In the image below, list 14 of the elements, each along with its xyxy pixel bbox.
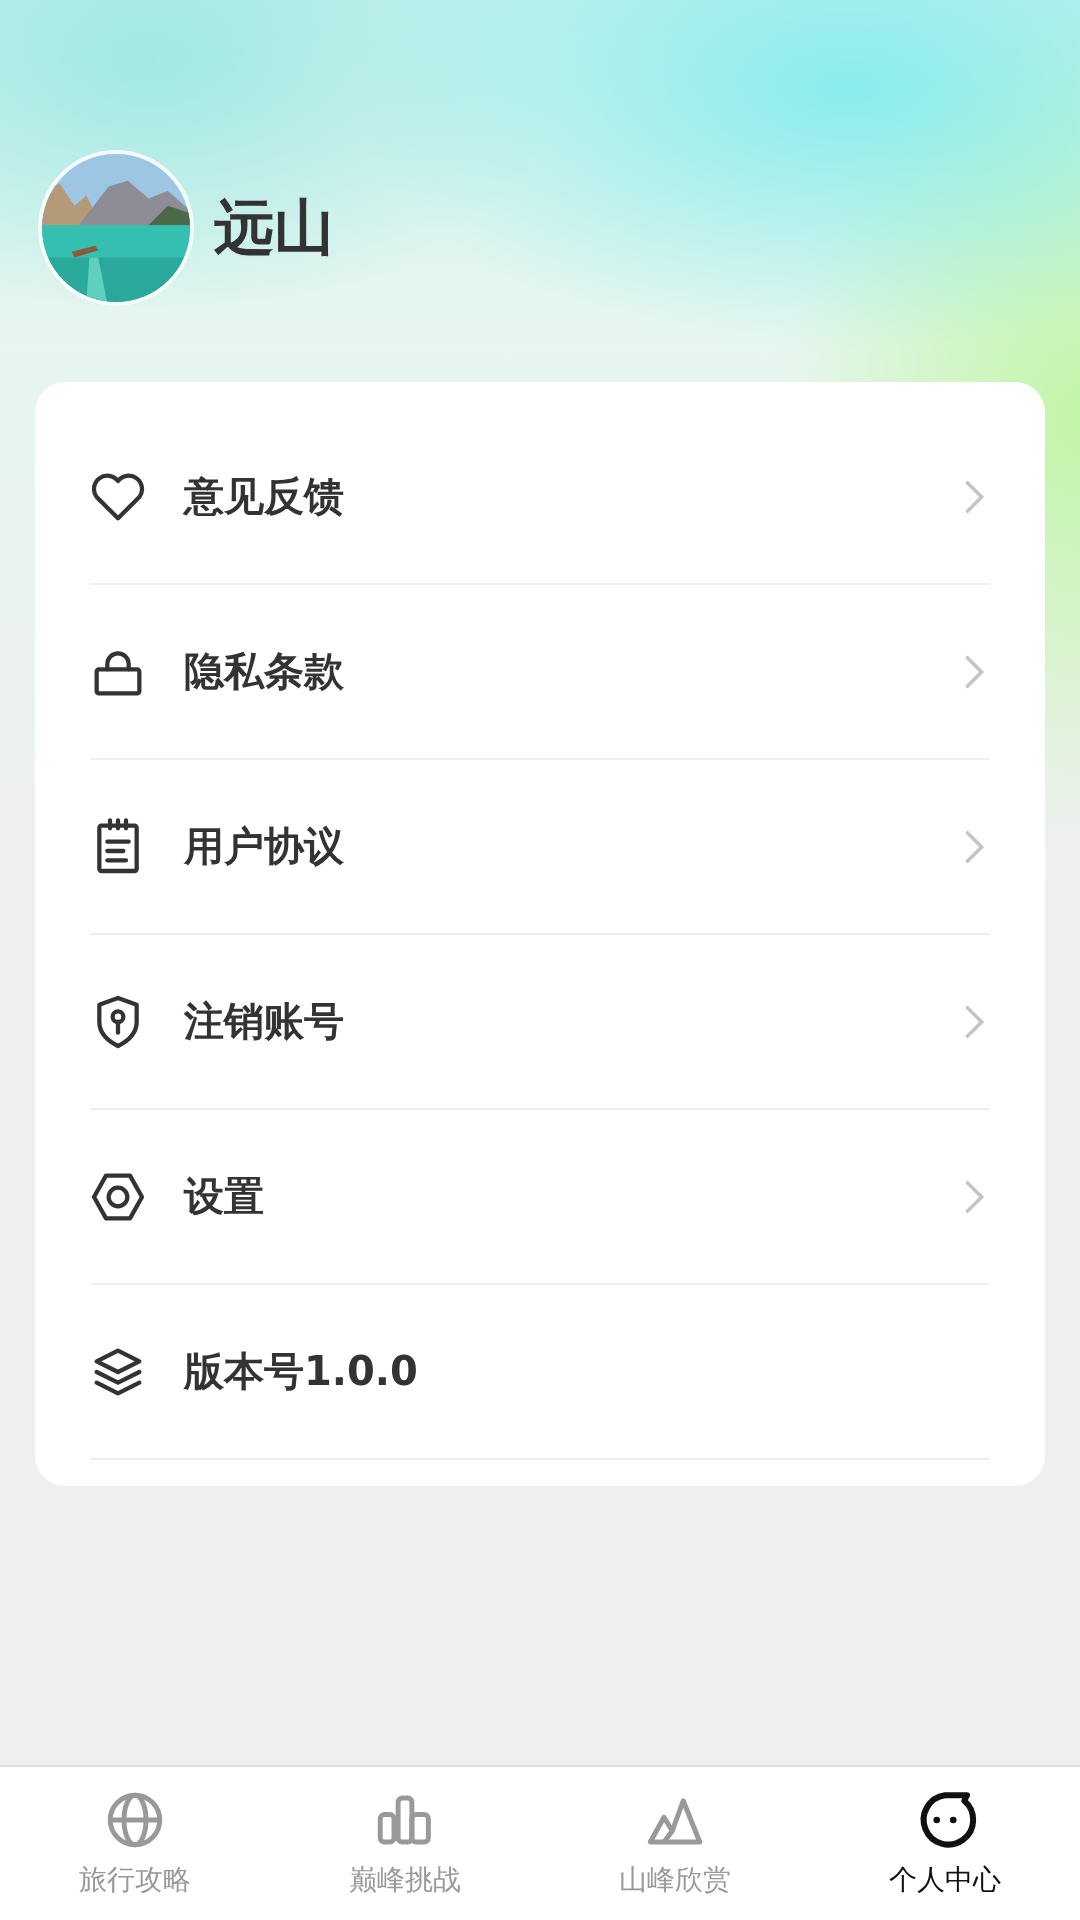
menu-item[interactable]: 用户协议 [90, 760, 990, 935]
menu-label: 注销账号 [184, 997, 345, 1046]
tab[interactable]: 个人中心 [810, 1767, 1080, 1920]
profile-name: 远山 [214, 190, 334, 264]
menu-item[interactable]: 注销账号 [90, 935, 990, 1110]
menu-item[interactable]: 意见反馈 [90, 410, 990, 585]
menu-label: 隐私条款 [184, 647, 345, 696]
menu-item[interactable]: 设置 [90, 1110, 990, 1285]
menu-label: 版本号1.0.0 [184, 1347, 419, 1396]
menu-item[interactable]: 隐私条款 [90, 585, 990, 760]
menu-item[interactable]: 版本号1.0.0 [90, 1285, 990, 1460]
menu-label: 设置 [184, 1172, 265, 1221]
menu-label: 用户协议 [184, 822, 345, 871]
menu-label: 意见反馈 [184, 472, 345, 521]
